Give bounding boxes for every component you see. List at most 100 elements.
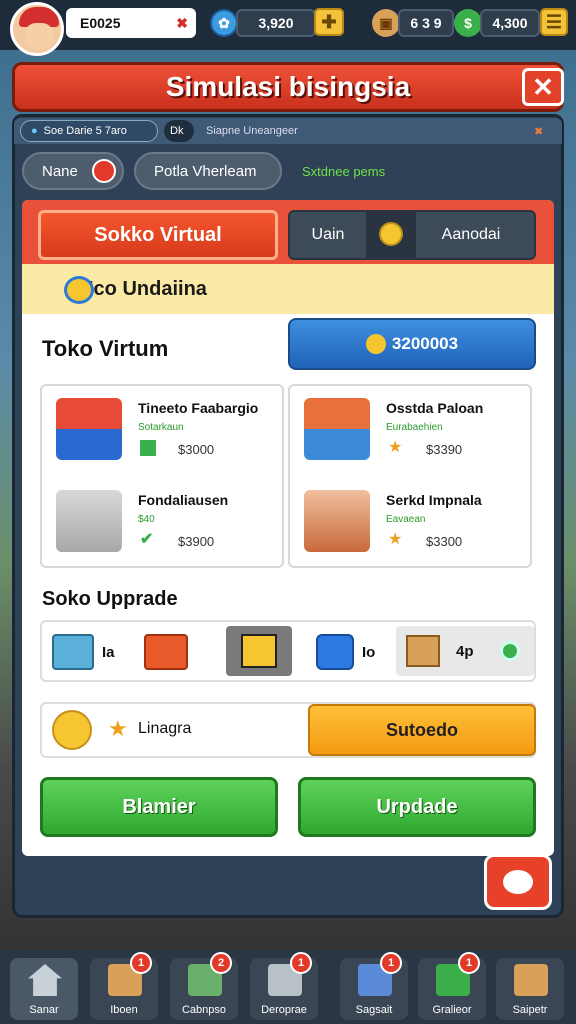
nav-label: Gralieor [432,1004,472,1016]
item-sub: Eurabaehien [386,422,443,433]
nav-badge: 1 [380,952,402,974]
upgrade-label-c: 4p [456,642,474,660]
tab-mid[interactable]: Uain [290,226,366,244]
upgrade-slot-2[interactable] [144,630,188,674]
list-item[interactable]: Serkd Impnala Eavaean ★ $3300 [290,484,520,564]
upgrade-slot-4[interactable]: Io [316,630,375,674]
item-sub: Sotarkaun [138,422,184,433]
panel-title: Simulasi bisingsia [12,62,564,112]
player-id: E0025 [80,15,121,31]
nav-item-shop[interactable]: 1 Deroprae [250,952,318,1020]
crate-icon [514,964,548,996]
list-item[interactable]: Tineeto Faabargio Sotarkaun $3000 [42,392,272,472]
nav-label: Sagsait [355,1004,393,1016]
currency1-pill: 3,920 [236,9,316,37]
balance-button[interactable]: 3200003 [288,318,536,370]
nav-item-home[interactable]: Sanar [10,958,78,1020]
money-icon: $ [454,9,482,37]
chat-icon [503,870,533,894]
heart-icon: ✖ [176,14,188,31]
currency1-value: 3,920 [258,15,294,31]
nav-badge: 1 [290,952,312,974]
check-icon [140,440,156,456]
add-currency1-button[interactable]: ✚ [314,8,344,36]
sub-chip-2[interactable]: Dk [164,120,194,142]
tab-portal[interactable]: Potla Vherleam [134,152,282,190]
item-name: Fondaliausen [138,492,229,508]
item-price: $3900 [178,534,215,549]
banner-text: Ico Undaiina [88,277,207,300]
crate-icon [304,398,370,460]
tab-name-label: Nane [42,162,78,180]
balance-value: 3200003 [391,334,459,353]
star-icon: ★ [388,439,403,456]
close-button[interactable]: ✕ [522,68,564,106]
avatar[interactable] [10,2,64,56]
upgrade-label-a: Ia [102,643,115,661]
coin-icon [379,222,403,246]
nav-item-compass[interactable]: 2 Cabnpso [170,952,238,1020]
nav-label: Cabnpso [181,1004,227,1016]
sale-icon [241,634,277,668]
currency2-pill: 6 3 9 [398,9,454,37]
upgrade-button[interactable]: Urpdade [298,777,536,837]
action-fab[interactable] [484,854,552,910]
home-icon [28,964,62,996]
truck-icon [316,634,354,670]
info-banner: Ico Undaiina [22,264,554,314]
sub-chip-3: Siapne Uneangeer [206,125,298,137]
nav-badge: 2 [210,952,232,974]
item-sub: $40 [138,514,155,525]
section-title-upgrade: Soko Upprade [42,588,178,610]
nav-label: Saipetr [512,1004,548,1016]
star-icon: ★ [388,531,403,548]
currency3-value: 4,300 [492,15,528,31]
tab-name[interactable]: Nane [22,152,124,190]
sub-chip-1[interactable]: ● Soe Darie 5 7aro [20,120,158,142]
nav-badge: 1 [130,952,152,974]
menu-button[interactable]: ☰ [540,8,568,36]
item-name: Osstda Paloan [386,400,484,416]
currency3-pill: 4,300 [480,9,540,37]
cart-icon [56,490,122,552]
section-title-store: Toko Virtum [42,336,169,361]
smile-icon [64,276,94,304]
confirm-icon [500,641,520,661]
tab-virtual-store[interactable]: Sokko Virtual [38,210,278,260]
item-name: Tineeto Faabargio [138,400,259,416]
item-price: $3300 [426,534,463,549]
gem-icon: ✿ [210,9,238,37]
list-item[interactable]: Osstda Paloan Eurabaehien ★ $3390 [290,392,520,472]
tab-right[interactable]: Aanodai [416,226,526,244]
chest-icon [52,634,94,670]
nav-badge: 1 [458,952,480,974]
nav-item-gallery[interactable]: 1 Gralieor [418,952,486,1020]
sign-icon [144,634,188,670]
success-button[interactable]: Sutoedo [308,704,536,756]
nav-item-store[interactable]: 1 Sagsait [340,952,408,1020]
coin-icon [365,334,386,354]
nav-label: Deroprae [261,1004,307,1016]
settings-icon[interactable]: ✖ [534,120,556,142]
item-price: $3390 [426,442,463,457]
rating-label: Linagra [138,720,192,737]
smile-icon [52,710,92,750]
star-icon: ★ [108,716,128,741]
info-icon: ● [31,125,38,137]
shop-icon [56,398,122,460]
sub-chip-1-label: Soe Darie 5 7aro [43,125,127,137]
buy-button[interactable]: Blamier [40,777,278,837]
upgrade-slot-1[interactable]: Ia [52,630,115,674]
upgrade-slot-3[interactable] [226,626,292,676]
nav-item-inbox[interactable]: 1 Iboen [90,952,158,1020]
currency2-value: 6 3 9 [410,15,442,31]
list-item[interactable]: Fondaliausen $40 ✔ $3900 [42,484,272,564]
check-icon: ✔ [140,531,154,548]
upgrade-slot-5[interactable]: 4p [396,626,534,676]
nav-item-storage[interactable]: Saipetr [496,958,564,1020]
alert-icon [92,159,116,183]
item-name: Serkd Impnala [386,492,482,508]
nav-label: Iboen [110,1004,138,1016]
item-price: $3000 [178,442,215,457]
box-icon [406,635,440,667]
